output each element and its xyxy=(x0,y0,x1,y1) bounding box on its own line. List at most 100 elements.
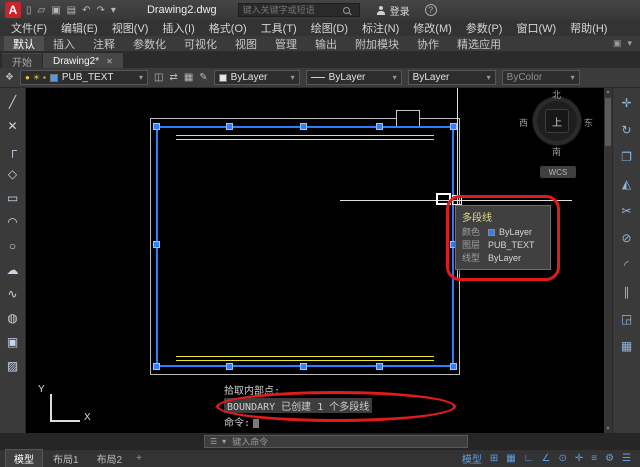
circle-tool-icon[interactable]: ○ xyxy=(3,236,23,256)
model-space-toggle[interactable]: 模型 xyxy=(462,451,482,466)
layer-match-icon[interactable]: ⇄ xyxy=(169,72,177,83)
viewcube-east-label[interactable]: 东 xyxy=(584,116,593,129)
grip[interactable] xyxy=(153,123,160,130)
scrollbar-thumb[interactable] xyxy=(605,98,611,146)
menu-item[interactable]: 修改(M) xyxy=(406,20,459,36)
chevron-down-icon[interactable]: ▾ xyxy=(291,73,295,82)
line-tool-icon[interactable]: ╱ xyxy=(3,92,23,112)
save-icon[interactable]: ▣ xyxy=(51,5,60,16)
ribbon-collapse-icon[interactable]: ▾ xyxy=(627,38,632,49)
scale-tool-icon[interactable]: ◲ xyxy=(617,309,637,329)
layers-panel-icon[interactable]: ❖ xyxy=(5,72,14,83)
ribbon-tab[interactable]: 管理 xyxy=(266,36,306,51)
chevron-down-icon[interactable]: ▾ xyxy=(139,73,143,82)
layer-isolate-icon[interactable]: ▦ xyxy=(184,72,193,83)
menu-item[interactable]: 帮助(H) xyxy=(563,20,614,36)
grip[interactable] xyxy=(376,123,383,130)
polyline-tool-icon[interactable]: ┌ xyxy=(3,140,23,160)
layout-tab[interactable]: 布局2 xyxy=(89,450,131,467)
layer-on-bulb-icon[interactable]: ● xyxy=(25,73,30,82)
revision-cloud-tool-icon[interactable]: ☁ xyxy=(3,260,23,280)
ribbon-tab[interactable]: 输出 xyxy=(306,36,346,51)
construction-line-tool-icon[interactable]: ✕ xyxy=(3,116,23,136)
lineweight-dropdown[interactable]: ByLayer ▾ xyxy=(407,70,496,85)
app-logo[interactable]: A xyxy=(5,2,21,18)
menu-item[interactable]: 视图(V) xyxy=(105,20,156,36)
ribbon-tab[interactable]: 精选应用 xyxy=(448,36,510,51)
ribbon-tab[interactable]: 参数化 xyxy=(124,36,175,51)
ribbon-tab[interactable]: 可视化 xyxy=(175,36,226,51)
wcs-menu[interactable]: WCS xyxy=(540,166,576,178)
close-tab-icon[interactable]: ✕ xyxy=(106,57,113,66)
ribbon-tab[interactable]: 注释 xyxy=(84,36,124,51)
trim-tool-icon[interactable]: ✂ xyxy=(617,201,637,221)
login-button[interactable]: 登录 xyxy=(377,3,410,18)
qat-dropdown-icon[interactable]: ▾ xyxy=(111,5,116,16)
move-tool-icon[interactable]: ✛ xyxy=(617,93,637,113)
vertical-scrollbar[interactable]: ▲ ▼ xyxy=(604,88,612,433)
make-current-icon[interactable]: ✎ xyxy=(199,72,207,83)
grip[interactable] xyxy=(376,363,383,370)
search-icon[interactable] xyxy=(342,6,350,14)
menu-item[interactable]: 绘图(D) xyxy=(304,20,355,36)
file-tab-drawing2[interactable]: Drawing2* ✕ xyxy=(43,53,123,68)
search-input[interactable] xyxy=(242,5,339,15)
scroll-down-icon[interactable]: ▼ xyxy=(604,426,612,432)
workspace-switching-menu[interactable]: ⚙ xyxy=(605,453,614,464)
command-customize-icon[interactable]: ▾ xyxy=(222,437,226,446)
new-layout-button[interactable]: + xyxy=(132,453,146,464)
ribbon-tab[interactable]: 协作 xyxy=(408,36,448,51)
menu-item[interactable]: 文件(F) xyxy=(4,20,54,36)
menu-item[interactable]: 标注(N) xyxy=(355,20,406,36)
redo-icon[interactable]: ↷ xyxy=(97,5,105,16)
menu-item[interactable]: 工具(T) xyxy=(254,20,304,36)
fillet-tool-icon[interactable]: ◜ xyxy=(617,255,637,275)
rectangle-tool-icon[interactable]: ▭ xyxy=(3,188,23,208)
erase-tool-icon[interactable]: ⊘ xyxy=(617,228,637,248)
ribbon-tab[interactable]: 附加模块 xyxy=(346,36,408,51)
grip[interactable] xyxy=(153,241,160,248)
dynamic-input-toggle[interactable]: ✛ xyxy=(575,453,583,464)
ribbon-tab[interactable]: 插入 xyxy=(44,36,84,51)
scroll-up-icon[interactable]: ▲ xyxy=(604,89,612,95)
menu-item[interactable]: 窗口(W) xyxy=(509,20,563,36)
menu-item[interactable]: 编辑(E) xyxy=(54,20,105,36)
offset-tool-icon[interactable]: ∥ xyxy=(617,282,637,302)
menu-item[interactable]: 插入(I) xyxy=(155,20,201,36)
ribbon-tab[interactable]: 默认 xyxy=(4,36,44,51)
ellipse-tool-icon[interactable]: ◍ xyxy=(3,308,23,328)
layer-dropdown[interactable]: ● ☀ ▪ PUB_TEXT ▾ xyxy=(19,70,148,85)
lineweight-display-toggle[interactable]: ≡ xyxy=(591,453,597,464)
command-input-placeholder[interactable]: 键入命令 xyxy=(232,435,268,448)
command-input-bar[interactable]: ☰ ▾ 键入命令 xyxy=(204,434,468,448)
snap-mode-toggle[interactable]: ▦ xyxy=(506,453,515,464)
viewcube-top-face[interactable]: 上 xyxy=(545,109,569,133)
layer-lock-icon[interactable]: ▪ xyxy=(43,73,46,82)
polygon-tool-icon[interactable]: ◇ xyxy=(3,164,23,184)
array-tool-icon[interactable]: ▦ xyxy=(617,336,637,356)
viewcube-north-label[interactable]: 北 xyxy=(552,88,561,101)
rotate-tool-icon[interactable]: ↻ xyxy=(617,120,637,140)
chevron-down-icon[interactable]: ▾ xyxy=(393,73,397,82)
help-icon[interactable]: ? xyxy=(424,4,437,16)
grip[interactable] xyxy=(300,123,307,130)
undo-icon[interactable]: ↶ xyxy=(82,5,90,16)
spline-tool-icon[interactable]: ∿ xyxy=(3,284,23,304)
mirror-tool-icon[interactable]: ◭ xyxy=(617,174,637,194)
menu-item[interactable]: 参数(P) xyxy=(459,20,510,36)
command-grip-icon[interactable]: ☰ xyxy=(210,437,217,446)
chevron-down-icon[interactable]: ▾ xyxy=(487,73,491,82)
insert-block-tool-icon[interactable]: ▣ xyxy=(3,332,23,352)
open-file-icon[interactable]: ▱ xyxy=(38,5,46,16)
print-icon[interactable]: ▤ xyxy=(67,5,76,16)
drawing-canvas[interactable]: 多段线 颜色 ByLayer 图层 PUB_TEXT 线型 ByLayer 上 … xyxy=(26,88,604,433)
viewcube-west-label[interactable]: 西 xyxy=(519,116,528,129)
grip[interactable] xyxy=(450,123,457,130)
viewcube-south-label[interactable]: 南 xyxy=(552,145,561,158)
ribbon-state-icon[interactable]: ▣ xyxy=(613,38,622,49)
customize-menu[interactable]: ☰ xyxy=(622,453,631,464)
copy-tool-icon[interactable]: ❐ xyxy=(617,147,637,167)
ribbon-tab[interactable]: 视图 xyxy=(226,36,266,51)
grip[interactable] xyxy=(153,363,160,370)
ortho-mode-toggle[interactable]: ∟ xyxy=(524,453,534,464)
